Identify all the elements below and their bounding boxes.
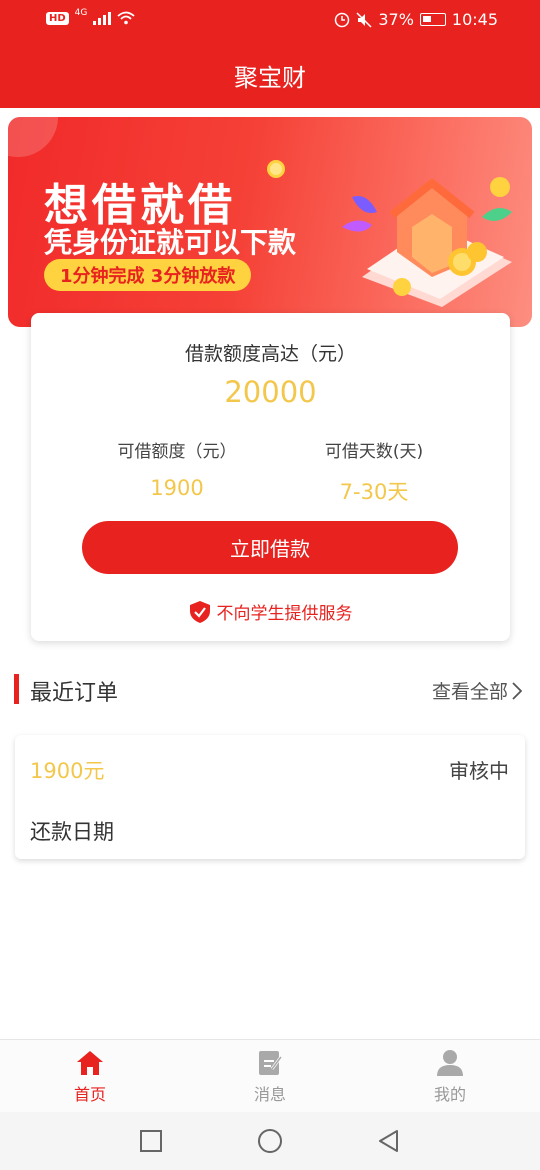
recent-apps-icon[interactable]	[139, 1129, 163, 1153]
loan-days-label: 可借天数(天)	[324, 442, 424, 462]
wifi-icon	[117, 11, 135, 25]
home-icon	[77, 1051, 103, 1075]
bottom-nav: 首页 消息 我的	[0, 1039, 540, 1112]
loan-days: 可借天数(天) 7-30天	[274, 437, 474, 506]
alarm-icon	[335, 12, 350, 27]
student-notice-text: 不向学生提供服务	[216, 604, 353, 624]
mute-icon	[356, 11, 372, 28]
phone-house-illustration	[342, 177, 512, 307]
nav-home[interactable]: 首页	[0, 1040, 180, 1112]
available-amount-label: 可借额度（元）	[117, 442, 237, 462]
app-header: 聚宝财	[0, 42, 540, 108]
chevron-right-icon	[512, 681, 522, 700]
coin-icon	[267, 160, 285, 178]
loan-card: 借款额度高达（元） 20000 可借额度（元） 1900 可借天数(天) 7-3…	[31, 313, 510, 641]
borrow-now-button[interactable]: 立即借款	[82, 521, 458, 574]
section-accent-bar	[14, 674, 19, 704]
order-card[interactable]: 1900元 审核中 还款日期	[15, 735, 525, 859]
nav-profile[interactable]: 我的	[360, 1040, 540, 1112]
network-type: 4G	[74, 8, 88, 18]
student-notice: 不向学生提供服务	[31, 599, 510, 624]
max-amount-value: 20000	[224, 375, 317, 409]
decorative-bubble	[8, 117, 58, 157]
profile-icon	[437, 1050, 463, 1076]
view-all-label: 查看全部	[431, 681, 508, 703]
system-nav-bar	[0, 1112, 540, 1170]
clock: 10:45	[451, 10, 498, 29]
battery-percent: 37%	[378, 10, 414, 29]
nav-messages-label: 消息	[253, 1085, 286, 1104]
recent-orders-title: 最近订单	[30, 681, 119, 706]
recent-orders-header: 最近订单 查看全部	[14, 672, 526, 706]
battery-icon	[419, 13, 446, 26]
order-status: 审核中	[449, 759, 509, 783]
view-all-link[interactable]: 查看全部	[432, 677, 522, 704]
nav-home-label: 首页	[73, 1085, 106, 1104]
page-title: 聚宝财	[234, 63, 306, 92]
message-icon	[259, 1051, 283, 1075]
available-amount: 可借额度（元） 1900	[77, 437, 277, 500]
nav-profile-label: 我的	[433, 1085, 466, 1104]
available-amount-value: 1900	[150, 476, 204, 500]
nav-messages[interactable]: 消息	[180, 1040, 360, 1112]
shield-check-icon	[189, 600, 210, 623]
loan-days-value: 7-30天	[339, 480, 409, 504]
order-amount: 1900元	[30, 759, 105, 783]
max-amount-label: 借款额度高达（元）	[184, 343, 356, 365]
home-circle-icon[interactable]	[257, 1128, 283, 1154]
banner-subline: 凭身份证就可以下款	[44, 226, 297, 259]
repay-date-label: 还款日期	[30, 820, 114, 844]
banner-pill: 1分钟完成 3分钟放款	[44, 259, 252, 291]
status-bar: HD 4G 37% 10:45	[0, 0, 540, 42]
hd-badge: HD	[46, 11, 69, 25]
promo-banner[interactable]: 想借就借 凭身份证就可以下款 1分钟完成 3分钟放款	[8, 117, 532, 327]
signal-icon	[93, 11, 112, 25]
back-icon[interactable]	[377, 1129, 401, 1153]
